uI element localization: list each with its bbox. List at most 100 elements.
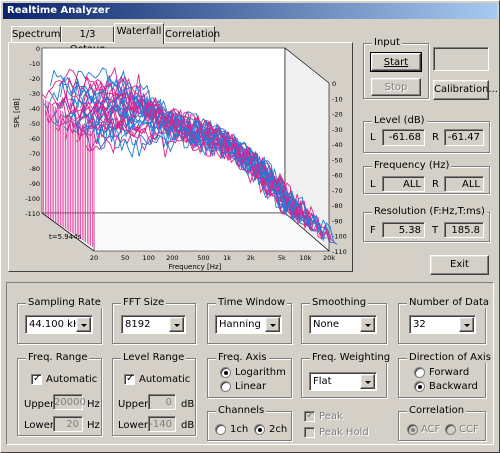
right-tick-label: -30 [332,126,343,134]
freq-range-title: Freq. Range [26,352,90,363]
freq-upper-input[interactable]: 20000 [53,394,86,410]
freq-axis-group: Freq. Axis [207,352,292,398]
level-l-value: -61.68 [382,129,425,146]
chevron-down-icon[interactable] [265,317,280,332]
chevron-down-icon[interactable] [459,317,474,332]
level-lower-input[interactable]: -140 [148,416,176,432]
freq-upper-unit: Hz [87,399,100,410]
calibration-label: Calibration... [434,84,498,95]
y-tick-label: -80 [29,165,40,173]
radio-dot-icon [418,385,422,389]
level-upper-unit: dB [181,399,195,410]
x-tick-label: 5k [278,254,286,262]
radio-dot-icon [224,371,228,375]
direction-forward-radio[interactable] [414,367,425,378]
correlation-ccf-label: CCF [459,424,479,435]
x-tick-label: 20k [323,254,335,262]
level-range-auto-checkbox[interactable]: ✓ [124,373,135,385]
exit-button[interactable]: Exit [430,255,489,275]
right-tick-label: -100 [332,233,347,241]
frequency-title: Frequency (Hz) [372,160,452,171]
channels-1ch-label: 1ch [230,424,249,435]
time-window-select[interactable]: Hanning [215,315,282,334]
checkmark-icon: ✓ [126,373,135,384]
freq-weighting-title: Freq. Weighting [310,352,393,363]
peak-hold-checkbox[interactable] [304,427,315,438]
start-label: Start [383,57,409,68]
x-tick-label: 1k [223,254,231,262]
peak-hold-label: Peak Hold [319,427,369,438]
freq-range-auto-checkbox[interactable]: ✓ [31,373,42,385]
freq-axis-linear-radio[interactable] [220,381,231,392]
peak-label: Peak [319,411,343,422]
number-of-data-select[interactable]: 32 [409,315,476,334]
x-tick-label: 10k [299,254,311,262]
exit-label: Exit [450,259,469,270]
tab-correlation[interactable]: Correlation [164,26,220,43]
right-tick-label: 0 [332,80,336,88]
y-tick-label: -60 [29,135,40,143]
x-tick-label: 500 [197,254,209,262]
freq-weighting-select[interactable]: Flat [309,372,377,391]
fft-size-value: 8192 [125,319,151,330]
correlation-ccf-radio[interactable] [445,424,456,435]
x-tick-label: 200 [166,254,178,262]
freq-axis-log-label: Logarithm [235,367,286,378]
chevron-down-icon[interactable] [169,317,184,332]
radio-dot-icon [258,428,262,432]
direction-backward-radio[interactable] [414,381,425,392]
channels-1ch-radio[interactable] [215,424,226,435]
channels-2ch-label: 2ch [269,424,288,435]
sampling-rate-select[interactable]: 44.100 kHz [25,315,93,334]
time-label: t=5.944s [49,233,82,241]
checkmark-icon: ✓ [306,410,315,421]
frequency-l-label: L [370,179,376,190]
title-bar: Realtime Analyzer [3,3,497,19]
right-tick-label: -70 [332,187,343,195]
tab-label: Correlation [165,29,221,40]
smoothing-value: None [313,319,340,330]
tab-label: Spectrum [12,29,61,40]
y-tick-label: -40 [29,105,40,113]
y-tick-label: -90 [29,180,40,188]
chevron-down-icon[interactable] [360,317,375,332]
tab-spectrum[interactable]: Spectrum [11,26,61,43]
freq-lower-input[interactable]: 20 [53,416,83,432]
chevron-down-icon[interactable] [76,317,91,332]
freq-axis-log-radio[interactable] [220,367,231,378]
smoothing-select[interactable]: None [309,315,377,334]
x-tick-label: 100 [143,254,155,262]
level-l-label: L [370,132,376,143]
level-title: Level (dB) [372,115,427,126]
y-tick-label: -50 [29,120,40,128]
checkmark-icon: ✓ [33,373,42,384]
y-tick-label: -30 [29,90,40,98]
channels-2ch-radio[interactable] [254,424,265,435]
x-axis-label: Frequency [Hz] [169,263,222,271]
peak-checkbox[interactable]: ✓ [304,410,315,422]
plot-floor-plane [41,212,330,252]
freq-weighting-value: Flat [313,376,332,387]
correlation-acf-radio[interactable] [407,424,418,435]
correlation-title: Correlation [407,405,467,416]
resolution-f-label: F [370,225,376,236]
app-window: Realtime Analyzer Spectrum 1/3 Octave Wa… [0,0,500,453]
level-r-label: R [432,132,439,143]
direction-title: Direction of Axis [407,352,493,363]
x-tick-label: 2k [247,254,255,262]
tab-waterfall[interactable]: Waterfall [114,23,164,44]
right-tick-label: -20 [332,111,343,119]
calibration-button[interactable]: Calibration... [433,80,498,100]
chevron-down-icon[interactable] [360,374,375,389]
level-upper-input[interactable]: 0 [148,394,176,410]
level-r-value: -61.47 [444,129,484,146]
direction-forward-label: Forward [429,367,470,378]
number-of-data-title: Number of Data [407,297,492,308]
resolution-title: Resolution (F:Hz,T:ms) [372,206,487,217]
stop-button[interactable]: Stop [371,78,421,96]
tab-third-octave[interactable]: 1/3 Octave [61,26,114,55]
correlation-acf-label: ACF [421,424,441,435]
fft-size-select[interactable]: 8192 [121,315,186,334]
y-tick-label: 0 [36,45,40,53]
start-button[interactable]: Start [370,52,422,72]
